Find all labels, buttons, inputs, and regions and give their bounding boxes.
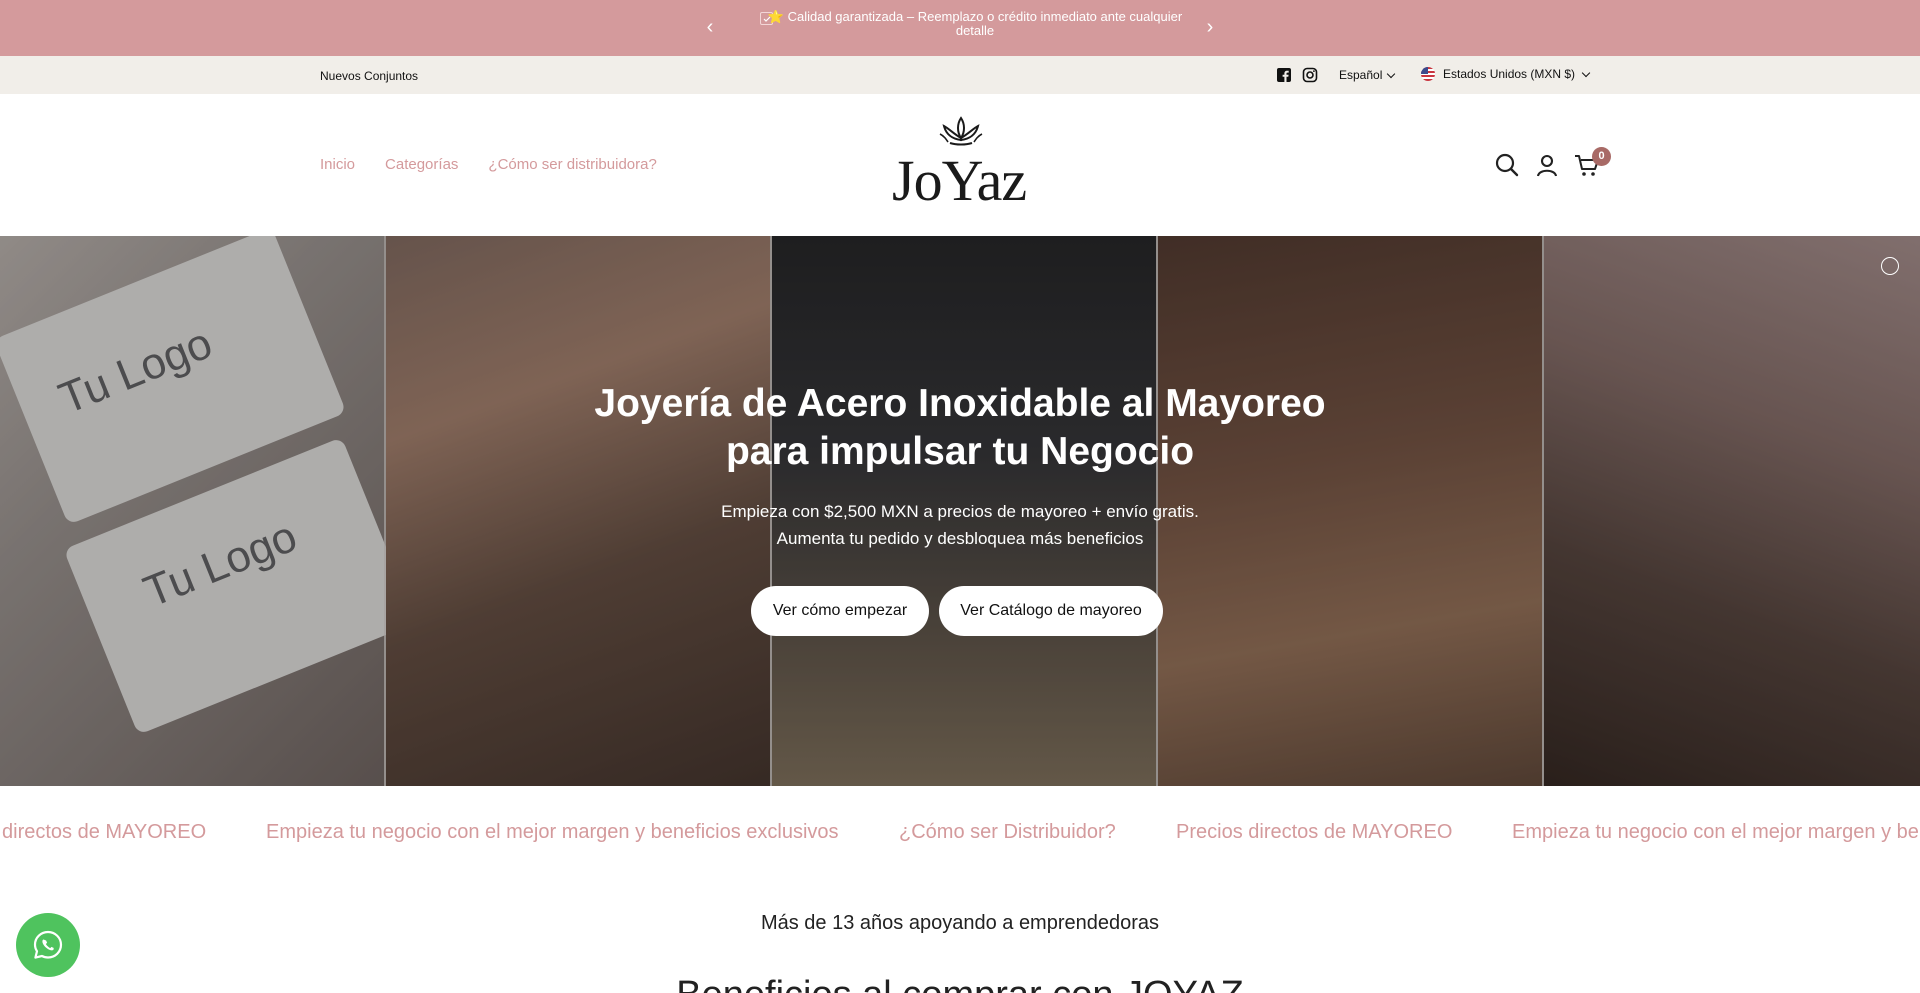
logo-text: JoYaz	[892, 148, 1027, 213]
main-nav: Inicio Categorías ¿Cómo ser distribuidor…	[320, 156, 657, 173]
language-label: Español	[1339, 68, 1383, 82]
chevron-left-icon[interactable]: ‹	[700, 16, 720, 38]
chevron-down-icon	[1581, 68, 1591, 77]
site-header: Inicio Categorías ¿Cómo ser distribuidor…	[0, 94, 1920, 236]
site-logo[interactable]: JoYaz	[880, 114, 1040, 214]
benefits-heading: Beneficios al comprar con JOYAZ	[460, 974, 1460, 993]
marquee-item: directos de MAYOREO	[2, 821, 207, 843]
hero-subtitle-line-1: Empieza con $2,500 MXN a precios de mayo…	[721, 502, 1199, 521]
facebook-icon[interactable]	[1276, 67, 1292, 83]
hero-title-line-1: Joyería de Acero Inoxidable al Mayoreo	[594, 382, 1326, 425]
language-selector[interactable]: Español	[1339, 68, 1396, 82]
chevron-right-icon[interactable]: ›	[1200, 16, 1220, 38]
hero-title: Joyería de Acero Inoxidable al Mayoreo p…	[460, 380, 1460, 476]
account-icon[interactable]	[1534, 152, 1560, 178]
marquee-item: Empieza tu negocio con el mejor margen y…	[1512, 821, 1920, 843]
how-to-start-button[interactable]: Ver cómo empezar	[751, 586, 929, 636]
search-icon[interactable]	[1494, 152, 1520, 178]
cart-count-badge: 0	[1592, 147, 1611, 166]
utility-bar: Nuevos Conjuntos Español Estados Unidos …	[0, 56, 1920, 94]
nav-item-distribuidora[interactable]: ¿Cómo ser distribuidora?	[488, 156, 656, 173]
nav-item-inicio[interactable]: Inicio	[320, 156, 355, 173]
new-sets-link[interactable]: Nuevos Conjuntos	[320, 69, 418, 83]
wholesale-catalog-button[interactable]: Ver Catálogo de mayoreo	[939, 586, 1163, 636]
scrolling-marquee: directos de MAYOREO Empieza tu negocio c…	[0, 786, 1920, 878]
hero-subtitle: Empieza con $2,500 MXN a precios de mayo…	[560, 498, 1360, 552]
country-label: Estados Unidos (MXN $)	[1443, 67, 1576, 81]
hero-banner: Tu Logo Tu Logo Joyería de Acero Inoxida…	[0, 236, 1920, 786]
nav-item-categorias[interactable]: Categorías	[385, 156, 458, 173]
announcement-message: ⭐ Calidad garantizada – Reemplazo o créd…	[767, 10, 1183, 38]
chevron-down-icon	[1387, 69, 1396, 78]
marquee-item: Precios directos de MAYOREO	[1176, 821, 1453, 843]
announcement-bar: ‹ ⭐ Calidad garantizada – Reemplazo o cr…	[0, 0, 1920, 56]
whatsapp-button[interactable]	[16, 913, 80, 977]
slideshow-pause-icon[interactable]	[1881, 257, 1899, 275]
us-flag-icon	[1421, 67, 1435, 81]
marquee-item: ¿Cómo ser Distribuidor?	[899, 821, 1116, 843]
whatsapp-icon	[33, 930, 63, 959]
instagram-icon[interactable]	[1302, 67, 1318, 83]
marquee-item: Empieza tu negocio con el mejor margen y…	[266, 821, 839, 843]
hero-title-line-2: para impulsar tu Negocio	[725, 430, 1195, 473]
years-tagline: Más de 13 años apoyando a emprendedoras	[760, 912, 1160, 934]
country-selector[interactable]: Estados Unidos (MXN $)	[1421, 67, 1591, 81]
hero-subtitle-line-2: Aumenta tu pedido y desbloquea más benef…	[776, 529, 1144, 548]
